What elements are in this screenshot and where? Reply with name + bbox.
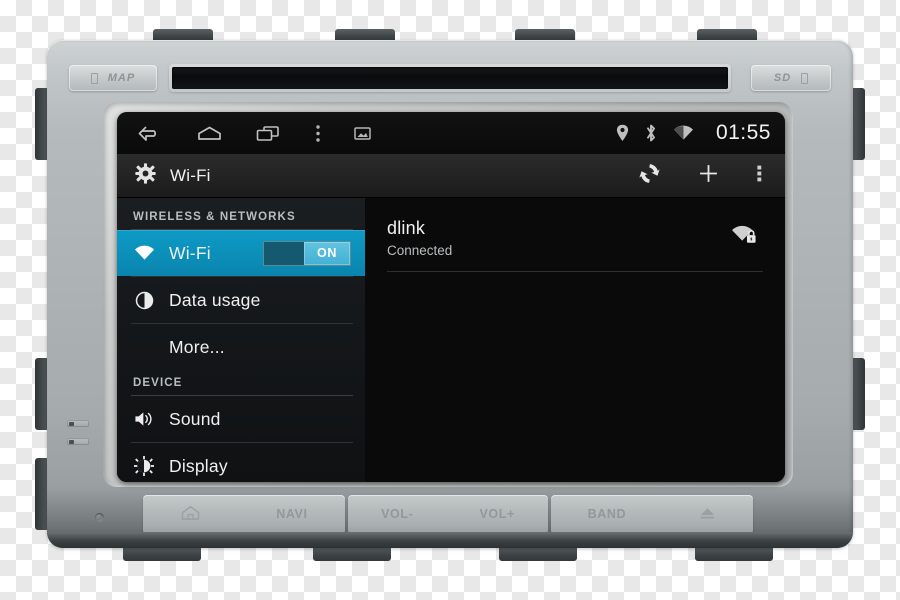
action-bar: Wi-Fi [117,154,785,198]
wifi-icon [673,125,694,141]
settings-content: WIRELESS & NETWORKS Wi-Fi ON Data usage … [117,198,785,482]
network-ssid: dlink [387,218,426,238]
wifi-toggle[interactable]: ON [263,240,351,266]
button-pad-center: VOL- VOL+ [348,495,548,533]
disc-slot-opening [172,67,728,89]
network-status: Connected [387,243,453,259]
mounting-tab-right-2 [851,358,865,430]
wps-scan-icon[interactable] [638,162,661,190]
sidebar-item-display[interactable]: Display [117,443,365,482]
sidebar-item-label: Wi-Fi [169,242,211,263]
sidebar-item-label: Sound [169,408,221,429]
hardware-button-strip: NAVI VOL- VOL+ BAND [143,495,753,533]
home-icon[interactable] [196,125,223,142]
network-list-item[interactable]: dlink Connected [385,208,765,271]
display-brightness-icon [133,456,155,476]
section-header-wireless: WIRELESS & NETWORKS [133,211,296,223]
action-bar-actions [638,162,769,190]
add-network-icon[interactable] [697,162,720,190]
sidebar-item-label: Display [169,455,228,476]
sidebar-item-sound[interactable]: Sound [117,396,365,442]
sidebar-item-more[interactable]: More... [117,324,365,370]
sidebar-item-data-usage[interactable]: Data usage [117,277,365,323]
mounting-tab-right-1 [851,88,865,160]
network-text: dlink Connected [387,216,730,261]
android-system-bar: 01:55 [117,112,785,154]
map-card-slot[interactable]: MAP [69,65,157,91]
connector-notch-2 [67,438,89,445]
navi-button-label[interactable]: NAVI [276,507,307,521]
toggle-track [264,242,304,265]
navigation-buttons [137,124,371,143]
screenshot-canvas: MAP SD 01:55 Wi-Fi WIRELESS & NETWORKS W… [0,0,900,600]
sound-icon [133,410,155,428]
card-icon [801,72,809,84]
band-button-label[interactable]: BAND [588,507,627,521]
button-pad-right: BAND [551,495,753,533]
card-icon [90,72,98,84]
eject-icon[interactable] [699,506,716,523]
sidebar-item-wifi[interactable]: Wi-Fi ON [117,230,365,276]
vol-down-button-label[interactable]: VOL- [381,507,413,521]
bluetooth-icon [645,124,657,142]
overflow-menu-icon[interactable] [314,124,322,143]
section-header-device: DEVICE [133,377,183,389]
sidebar-item-label: More... [169,336,225,357]
car-head-unit-device: MAP SD 01:55 Wi-Fi WIRELESS & NETWORKS W… [35,29,865,561]
wifi-icon [133,245,155,261]
settings-sidebar: WIRELESS & NETWORKS Wi-Fi ON Data usage … [117,198,365,482]
chassis-bottom-rim [47,532,853,548]
status-clock: 01:55 [715,121,771,144]
sd-slot-label: SD [773,72,792,84]
connector-notch-1 [67,420,89,427]
mounting-tab-bottom-4 [695,546,773,561]
sd-card-slot[interactable]: SD [751,65,831,91]
settings-gear-icon[interactable] [135,162,156,189]
screw-dot [95,513,104,522]
mounting-tab-bottom-3 [499,546,577,561]
button-pad-left: NAVI [143,495,345,533]
mounting-tab-bottom-2 [313,546,391,561]
wifi-secured-icon [730,216,761,251]
action-bar-title: Wi-Fi [170,165,211,185]
overflow-menu-icon[interactable] [756,163,763,189]
sidebar-item-label: Data usage [169,289,261,310]
home-icon[interactable] [180,505,201,524]
back-icon[interactable] [137,125,164,142]
map-slot-label: MAP [107,72,136,84]
mounting-tab-bottom-1 [123,546,201,561]
data-usage-icon [133,291,155,310]
divider [387,271,763,273]
disc-slot[interactable] [169,64,731,92]
vol-up-button-label[interactable]: VOL+ [480,507,515,521]
recents-icon[interactable] [255,125,282,142]
location-pin-icon [616,124,629,142]
screenshot-icon[interactable] [354,126,371,141]
status-icons: 01:55 [616,121,771,145]
device-chassis: MAP SD 01:55 Wi-Fi WIRELESS & NETWORKS W… [47,40,853,548]
toggle-thumb-label: ON [304,241,350,265]
lcd-screen: 01:55 Wi-Fi WIRELESS & NETWORKS Wi-Fi ON… [117,112,785,482]
wifi-network-list: dlink Connected [365,198,785,482]
